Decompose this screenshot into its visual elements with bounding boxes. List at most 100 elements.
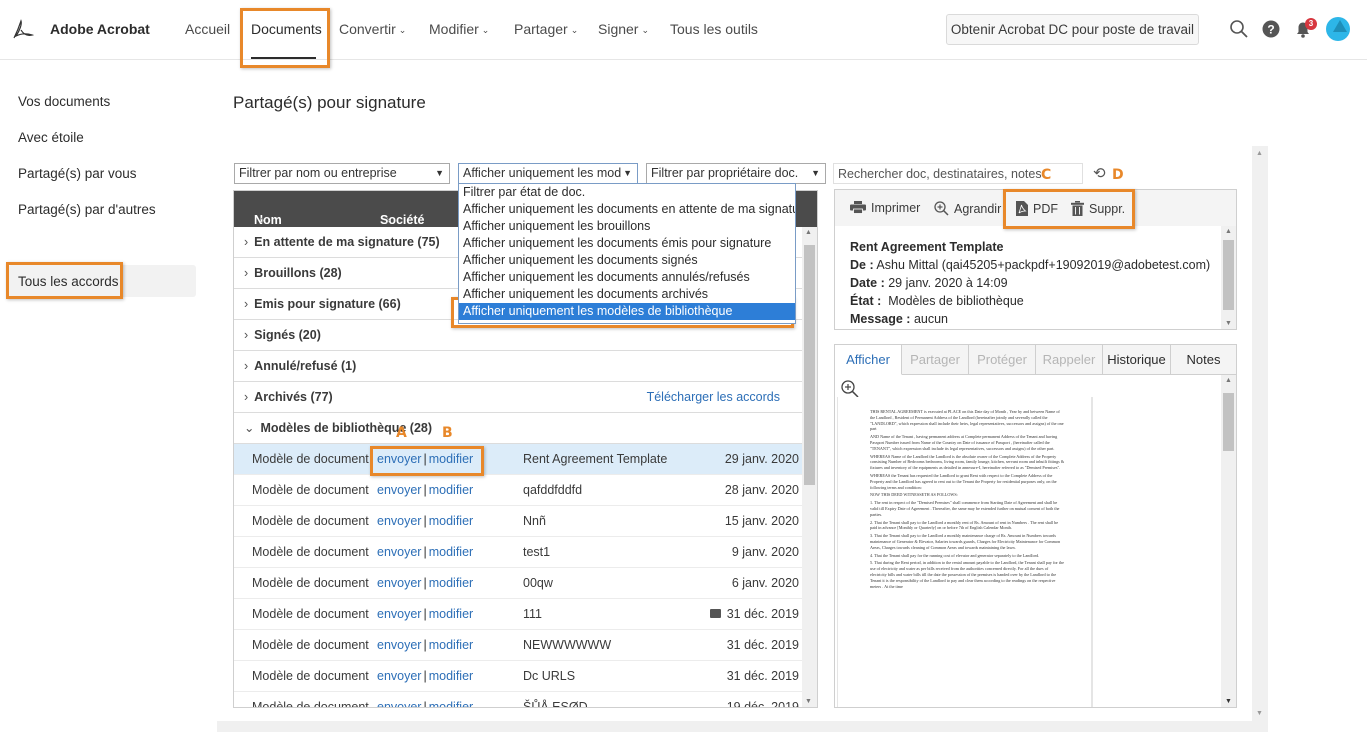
send-link[interactable]: envoyer [377, 607, 421, 621]
avatar[interactable] [1326, 17, 1350, 41]
send-link[interactable]: envoyer [377, 452, 421, 466]
table-row[interactable]: Modèle de document envoyer | modifier NEWWWW… [234, 630, 802, 661]
nav-accueil[interactable]: Accueil [185, 21, 230, 37]
send-link[interactable]: envoyer [377, 514, 421, 528]
group-row[interactable]: › Archivés (77) Télécharger les accords [234, 382, 802, 413]
sidebar-item-tous-les-accords[interactable]: Tous les accords [18, 274, 119, 289]
scrollbar-thumb[interactable] [1223, 393, 1234, 451]
table-row[interactable]: Modèle de document envoyer | modifier Nnñ 15 … [234, 506, 802, 537]
dropdown-option[interactable]: Afficher uniquement les modèles de bibli… [459, 303, 795, 320]
send-link[interactable]: envoyer [377, 545, 421, 559]
scroll-up-icon[interactable]: ▲ [1256, 150, 1263, 157]
group-row[interactable]: › Annulé/refusé (1) [234, 351, 802, 382]
table-row[interactable]: Modèle de document envoyer | modifier Rent A… [234, 444, 802, 475]
sidebar-item-avec-etoile[interactable]: Avec étoile [18, 130, 84, 145]
dropdown-option[interactable]: Afficher uniquement les documents en att… [459, 201, 795, 218]
chevron-down-icon: ⌄ [481, 25, 490, 35]
tab-proteger[interactable]: Protéger [969, 345, 1036, 375]
preview-scrollbar[interactable]: ▲ ▼ [1221, 375, 1236, 707]
edit-link[interactable]: modifier [429, 545, 473, 559]
edit-link[interactable]: modifier [429, 669, 473, 683]
table-row[interactable]: Modèle de document envoyer | modifier 111 31 … [234, 599, 802, 630]
group-row[interactable]: ⌄ Modèles de bibliothèque (28) [234, 413, 802, 444]
search-icon[interactable] [1229, 19, 1249, 39]
row-date: 19 déc. 2019 [726, 700, 799, 708]
dropdown-option[interactable]: Filtrer par état de doc. [459, 184, 795, 201]
tab-partager[interactable]: Partager [902, 345, 969, 375]
enlarge-button[interactable]: Agrandir [934, 201, 1001, 216]
dropdown-option[interactable]: Afficher uniquement les documents émis p… [459, 235, 795, 252]
zoom-in-icon[interactable] [841, 380, 859, 398]
scroll-down-icon[interactable]: ▼ [1225, 698, 1232, 705]
sidebar-item-vos-documents[interactable]: Vos documents [18, 94, 110, 109]
acrobat-logo-icon[interactable] [10, 18, 34, 42]
detail-scrollbar[interactable]: ▲ ▼ [1221, 226, 1236, 329]
scroll-down-icon[interactable]: ▼ [805, 698, 812, 705]
refresh-icon[interactable]: ⟲ [1093, 164, 1106, 182]
state-label: État : [850, 294, 882, 308]
row-actions: envoyer | modifier [377, 661, 473, 691]
edit-link[interactable]: modifier [429, 607, 473, 621]
delete-button[interactable]: Suppr. [1071, 201, 1125, 216]
list-scrollbar[interactable]: ▲ ▼ [802, 227, 817, 707]
status-filter-select[interactable]: Afficher uniquement les modè ▼ [458, 163, 638, 184]
table-row[interactable]: Modèle de document envoyer | modifier qafddf… [234, 475, 802, 506]
page-scrollbar[interactable]: ▲ ▼ [1252, 146, 1268, 721]
table-row[interactable]: Modèle de document envoyer | modifier Dc URL… [234, 661, 802, 692]
scroll-up-icon[interactable]: ▲ [1225, 377, 1232, 384]
dropdown-option[interactable]: Afficher uniquement les documents annulé… [459, 269, 795, 286]
send-link[interactable]: envoyer [377, 638, 421, 652]
scrollbar-thumb[interactable] [804, 245, 815, 485]
edit-link[interactable]: modifier [429, 452, 473, 466]
dropdown-option[interactable]: Afficher uniquement les documents archiv… [459, 286, 795, 303]
send-link[interactable]: envoyer [377, 576, 421, 590]
zoom-in-icon [934, 201, 949, 216]
nav-convertir[interactable]: Convertir ⌄ [339, 21, 406, 37]
nav-label: Tous les outils [670, 21, 758, 37]
scroll-up-icon[interactable]: ▲ [1225, 228, 1232, 235]
tab-notes[interactable]: Notes [1171, 345, 1236, 375]
nav-tous-les-outils[interactable]: Tous les outils [670, 21, 758, 37]
group-label: Archivés (77) [254, 390, 333, 404]
print-button[interactable]: Imprimer [850, 201, 920, 215]
scroll-down-icon[interactable]: ▼ [1256, 710, 1263, 717]
send-link[interactable]: envoyer [377, 700, 421, 707]
send-link[interactable]: envoyer [377, 483, 421, 497]
dropdown-option[interactable]: Afficher uniquement les brouillons [459, 218, 795, 235]
nav-partager[interactable]: Partager ⌄ [514, 21, 578, 37]
edit-link[interactable]: modifier [429, 514, 473, 528]
edit-link[interactable]: modifier [429, 483, 473, 497]
tab-historique[interactable]: Historique [1103, 345, 1171, 375]
nav-modifier[interactable]: Modifier ⌄ [429, 21, 489, 37]
table-row[interactable]: Modèle de document envoyer | modifier test1 9… [234, 537, 802, 568]
help-icon[interactable]: ? [1261, 19, 1281, 39]
document-paragraph: AND Name of the Tenant , having permanen… [870, 434, 1058, 451]
edit-link[interactable]: modifier [429, 638, 473, 652]
edit-link[interactable]: modifier [429, 576, 473, 590]
row-type: Modèle de document [252, 669, 369, 683]
sidebar-item-partages-par-autres[interactable]: Partagé(s) par d'autres [18, 202, 156, 217]
scroll-down-icon[interactable]: ▼ [1225, 320, 1232, 327]
tab-rappeler[interactable]: Rappeler [1036, 345, 1103, 375]
row-date-cell: 31 déc. 2019 [727, 630, 799, 660]
table-row[interactable]: Modèle de document envoyer | modifier 00qw 6 … [234, 568, 802, 599]
brand-name[interactable]: Adobe Acrobat [50, 21, 150, 37]
tab-afficher[interactable]: Afficher [835, 345, 902, 375]
horizontal-scrollbar[interactable] [217, 721, 1268, 732]
scroll-up-icon[interactable]: ▲ [805, 229, 812, 236]
download-agreements-link[interactable]: Télécharger les accords [647, 382, 780, 412]
scrollbar-thumb[interactable] [1223, 240, 1234, 310]
edit-link[interactable]: modifier [429, 700, 473, 707]
dropdown-option[interactable]: Afficher uniquement les documents signés [459, 252, 795, 269]
table-row[interactable]: Modèle de document envoyer | modifier ŠŮÅ ES… [234, 692, 802, 708]
send-link[interactable]: envoyer [377, 669, 421, 683]
nav-signer[interactable]: Signer ⌄ [598, 21, 649, 37]
get-acrobat-desktop-button[interactable]: Obtenir Acrobat DC pour poste de travail [946, 14, 1199, 45]
name-filter-select[interactable]: Filtrer par nom ou entreprise ▼ [234, 163, 450, 184]
nav-documents[interactable]: Documents [251, 21, 322, 37]
sidebar-item-partages-par-vous[interactable]: Partagé(s) par vous [18, 166, 137, 181]
owner-filter-select[interactable]: Filtrer par propriétaire doc. ▼ [646, 163, 826, 184]
group-row[interactable]: › Signés (20) [234, 320, 802, 351]
download-pdf-button[interactable]: PDF [1016, 201, 1058, 216]
comment-icon[interactable] [709, 609, 721, 618]
